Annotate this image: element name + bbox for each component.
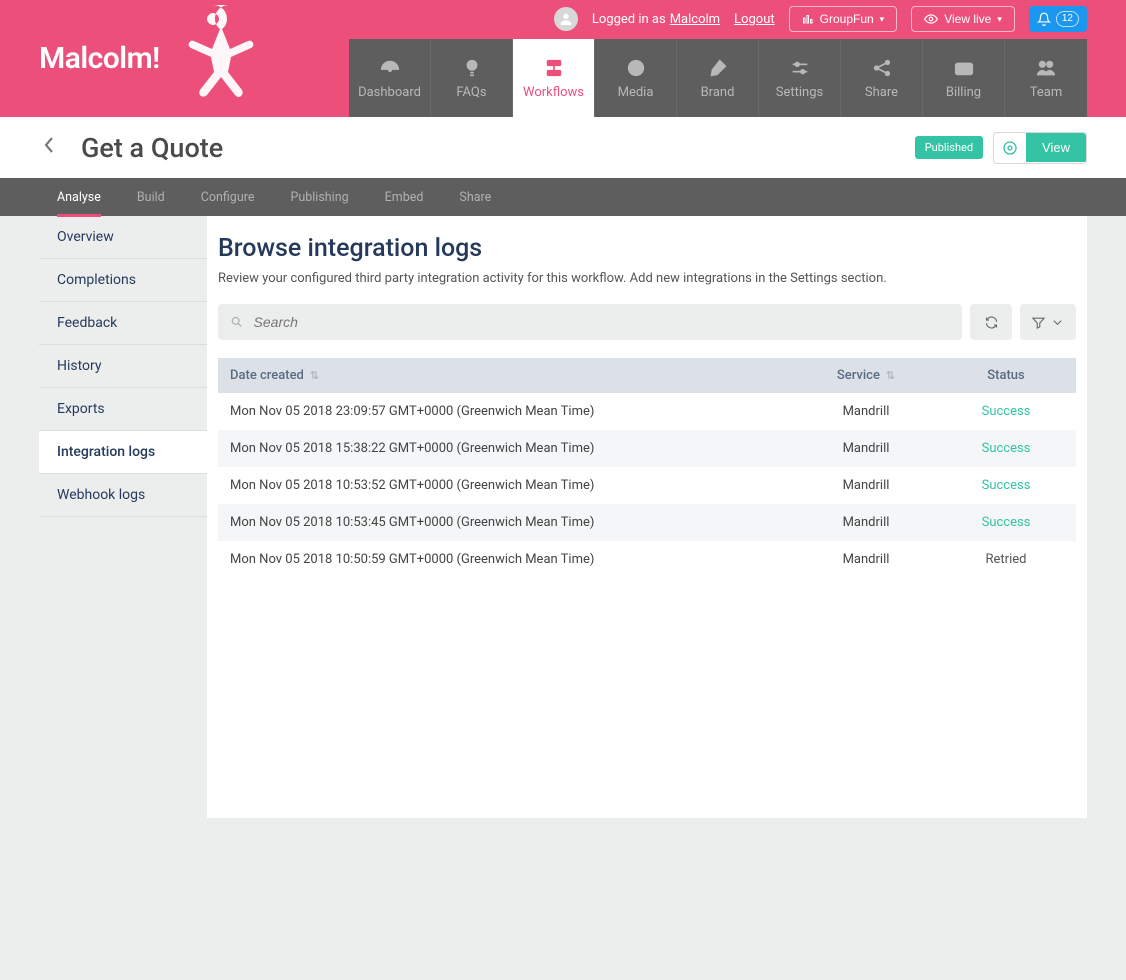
- chevron-left-icon: [43, 136, 55, 154]
- cell-date: Mon Nov 05 2018 23:09:57 GMT+0000 (Green…: [218, 393, 796, 430]
- table-row[interactable]: Mon Nov 05 2018 10:50:59 GMT+0000 (Green…: [218, 541, 1076, 578]
- user-link[interactable]: Malcolm: [670, 12, 720, 27]
- content: Overview Completions Feedback History Ex…: [39, 216, 1087, 818]
- col-status[interactable]: Status: [936, 358, 1076, 393]
- subtab-analyse[interactable]: Analyse: [39, 178, 119, 216]
- bell-icon: [1037, 12, 1051, 26]
- view-eye-icon[interactable]: [994, 133, 1026, 163]
- notifications-button[interactable]: 12: [1029, 6, 1087, 32]
- sort-icon: ⇅: [886, 369, 895, 382]
- cell-service: Mandrill: [796, 467, 936, 504]
- refresh-button[interactable]: [970, 304, 1012, 340]
- nav-share[interactable]: Share: [841, 39, 923, 117]
- cell-service: Mandrill: [796, 393, 936, 430]
- sidebar-item-exports[interactable]: Exports: [39, 388, 207, 431]
- cell-status: Success: [936, 430, 1076, 467]
- search-box[interactable]: [218, 304, 962, 340]
- table-row[interactable]: Mon Nov 05 2018 10:53:45 GMT+0000 (Green…: [218, 504, 1076, 541]
- nav-workflows[interactable]: Workflows: [513, 39, 595, 117]
- media-icon: [625, 57, 647, 79]
- page-header: Get a Quote Published View: [0, 117, 1126, 178]
- cell-status: Success: [936, 504, 1076, 541]
- nav-brand[interactable]: Brand: [677, 39, 759, 117]
- nav-dashboard[interactable]: Dashboard: [349, 39, 431, 117]
- view-button-group: View: [993, 132, 1087, 164]
- table-row[interactable]: Mon Nov 05 2018 10:53:52 GMT+0000 (Green…: [218, 467, 1076, 504]
- col-date[interactable]: Date created⇅: [218, 358, 796, 393]
- search-input[interactable]: [254, 314, 950, 330]
- sidebar-item-overview[interactable]: Overview: [39, 216, 207, 259]
- filter-icon: [1031, 315, 1046, 330]
- published-badge: Published: [915, 136, 983, 159]
- sidebar-item-completions[interactable]: Completions: [39, 259, 207, 302]
- toolbar: [218, 304, 1076, 340]
- nav-media[interactable]: Media: [595, 39, 677, 117]
- caret-down-icon: ▾: [880, 14, 885, 25]
- sidebar-item-history[interactable]: History: [39, 345, 207, 388]
- cell-date: Mon Nov 05 2018 15:38:22 GMT+0000 (Green…: [218, 430, 796, 467]
- cell-status: Success: [936, 467, 1076, 504]
- cell-date: Mon Nov 05 2018 10:53:52 GMT+0000 (Green…: [218, 467, 796, 504]
- cell-service: Mandrill: [796, 541, 936, 578]
- cell-status: Retried: [936, 541, 1076, 578]
- team-icon: [1035, 57, 1057, 79]
- chevron-down-icon: [1050, 315, 1065, 330]
- login-text: Logged in as Malcolm: [592, 12, 720, 27]
- sidebar-item-integration-logs[interactable]: Integration logs: [39, 431, 207, 474]
- back-button[interactable]: [39, 132, 59, 163]
- user-row: Logged in as Malcolm Logout GroupFun ▾ V…: [554, 0, 1087, 38]
- subtab-publishing[interactable]: Publishing: [272, 178, 366, 216]
- main-nav: Dashboard FAQs Workflows Media Brand Set…: [349, 39, 1087, 117]
- view-button[interactable]: View: [1026, 133, 1086, 162]
- avatar[interactable]: [554, 7, 578, 31]
- eye-icon: [924, 12, 938, 26]
- instance-icon: [802, 13, 814, 25]
- sort-icon: ⇅: [310, 369, 319, 382]
- main-description: Review your configured third party integ…: [218, 271, 1076, 286]
- nav-billing[interactable]: Billing: [923, 39, 1005, 117]
- gauge-icon: [379, 57, 401, 79]
- subtab-embed[interactable]: Embed: [367, 178, 442, 216]
- refresh-icon: [984, 315, 999, 330]
- view-live-button[interactable]: View live ▾: [911, 6, 1015, 32]
- top-bar: Malcolm! Logged in as Malcolm Logout Gro…: [0, 0, 1126, 117]
- sliders-icon: [789, 57, 811, 79]
- notification-count: 12: [1056, 11, 1079, 27]
- logs-table: Date created⇅ Service⇅ Status Mon Nov 05…: [218, 358, 1076, 578]
- nav-team[interactable]: Team: [1005, 39, 1087, 117]
- cell-date: Mon Nov 05 2018 10:50:59 GMT+0000 (Green…: [218, 541, 796, 578]
- filter-button[interactable]: [1020, 304, 1076, 340]
- col-service[interactable]: Service⇅: [796, 358, 936, 393]
- nav-settings[interactable]: Settings: [759, 39, 841, 117]
- subtab-share[interactable]: Share: [441, 178, 509, 216]
- brand-name: Malcolm!: [39, 41, 160, 76]
- subtabs: Analyse Build Configure Publishing Embed…: [0, 178, 1126, 216]
- share-icon: [871, 57, 893, 79]
- main-heading: Browse integration logs: [218, 234, 1076, 263]
- workflow-icon: [543, 57, 565, 79]
- bulb-icon: [461, 57, 483, 79]
- nav-faqs[interactable]: FAQs: [431, 39, 513, 117]
- table-row[interactable]: Mon Nov 05 2018 23:09:57 GMT+0000 (Green…: [218, 393, 1076, 430]
- wallet-icon: [953, 57, 975, 79]
- caret-down-icon: ▾: [997, 14, 1002, 25]
- cell-date: Mon Nov 05 2018 10:53:45 GMT+0000 (Green…: [218, 504, 796, 541]
- subtab-build[interactable]: Build: [119, 178, 183, 216]
- main-panel: Browse integration logs Review your conf…: [207, 216, 1087, 818]
- cell-status: Success: [936, 393, 1076, 430]
- monkey-logo-icon: [168, 0, 258, 117]
- logo[interactable]: Malcolm!: [39, 0, 258, 117]
- logout-link[interactable]: Logout: [734, 12, 775, 27]
- brush-icon: [707, 57, 729, 79]
- group-switcher[interactable]: GroupFun ▾: [789, 6, 898, 32]
- cell-service: Mandrill: [796, 430, 936, 467]
- sidebar-item-feedback[interactable]: Feedback: [39, 302, 207, 345]
- page-title: Get a Quote: [81, 132, 223, 164]
- sidebar-item-webhook-logs[interactable]: Webhook logs: [39, 474, 207, 517]
- table-row[interactable]: Mon Nov 05 2018 15:38:22 GMT+0000 (Green…: [218, 430, 1076, 467]
- sidebar: Overview Completions Feedback History Ex…: [39, 216, 207, 517]
- cell-service: Mandrill: [796, 504, 936, 541]
- search-icon: [230, 315, 244, 329]
- subtab-configure[interactable]: Configure: [183, 178, 273, 216]
